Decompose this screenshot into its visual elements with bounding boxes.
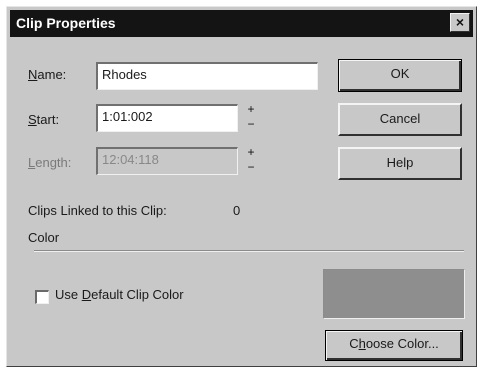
close-button[interactable]: × [450, 13, 470, 32]
linked-clips-count: 0 [233, 203, 241, 218]
length-increment-button[interactable]: + [244, 145, 258, 161]
length-label: Length: [28, 155, 72, 170]
window-title: Clip Properties [16, 15, 116, 31]
color-swatch [323, 269, 465, 319]
use-default-color-label[interactable]: Use Default Clip Color [55, 287, 184, 302]
length-value: 12:04:118 [102, 152, 159, 167]
length-spinner: + − [244, 145, 258, 176]
name-field[interactable]: Rhodes [96, 62, 318, 90]
help-button[interactable]: Help [338, 147, 462, 180]
start-value: 1:01:002 [102, 109, 153, 124]
use-default-color-checkbox[interactable] [35, 290, 49, 304]
color-heading: Color [28, 230, 60, 245]
length-decrement-button[interactable]: − [244, 160, 258, 176]
title-bar: Clip Properties × [10, 10, 473, 37]
plus-icon: + [247, 145, 255, 159]
start-label: Start: [28, 112, 60, 127]
choose-color-button[interactable]: Choose Color... [325, 330, 463, 361]
start-increment-button[interactable]: + [244, 102, 258, 118]
close-icon: × [455, 14, 465, 30]
minus-icon: − [247, 117, 255, 131]
minus-icon: − [247, 160, 255, 174]
start-field[interactable]: 1:01:002 [96, 104, 238, 132]
start-decrement-button[interactable]: − [244, 117, 258, 133]
plus-icon: + [247, 102, 255, 116]
ok-button[interactable]: OK [338, 59, 462, 92]
linked-clips-label: Clips Linked to this Clip: [28, 203, 167, 218]
name-value: Rhodes [102, 67, 147, 82]
name-label: Name: [28, 67, 67, 82]
cancel-button[interactable]: Cancel [338, 103, 462, 136]
start-spinner: + − [244, 102, 258, 133]
length-field: 12:04:118 [96, 147, 238, 175]
color-divider [34, 250, 464, 252]
clip-properties-dialog: Clip Properties × Name: Rhodes Start: 1:… [6, 6, 477, 367]
